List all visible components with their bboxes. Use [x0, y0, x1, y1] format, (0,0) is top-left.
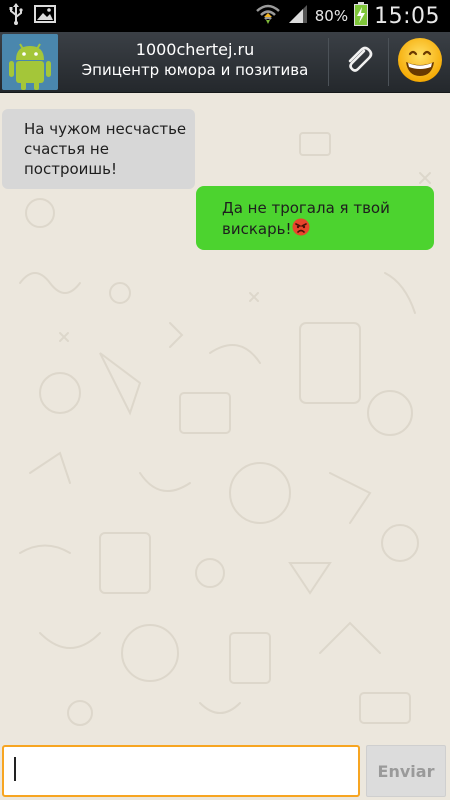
message-line: Да не трогала я твой: [222, 199, 390, 217]
image-icon: [34, 4, 56, 28]
status-right: 80% 15:05: [255, 2, 440, 30]
header-divider: [328, 38, 329, 86]
outgoing-message[interactable]: Да не трогала я твой вискарь!: [196, 186, 434, 250]
chat-area[interactable]: На чужом несчастье счастья не построишь!…: [0, 93, 450, 743]
message-line: На чужом несчастье: [24, 120, 187, 138]
header-divider: [388, 38, 389, 86]
contact-status: Эпицентр юмора и позитива: [81, 61, 309, 79]
chat-header: 1000chertej.ru Эпицентр юмора и позитива: [0, 32, 450, 93]
message-text: вискарь!: [222, 220, 292, 238]
status-time: 15:05: [374, 3, 440, 29]
header-titles[interactable]: 1000chertej.ru Эпицентр юмора и позитива: [70, 40, 320, 80]
text-caret: [14, 757, 16, 781]
battery-percent: 80%: [314, 7, 349, 25]
android-icon: [2, 34, 58, 90]
message-line: счастья не построишь!: [24, 140, 117, 178]
paperclip-icon: [342, 43, 376, 81]
wifi-icon: [255, 3, 281, 29]
usb-icon: [8, 3, 24, 29]
send-button[interactable]: Enviar: [366, 745, 446, 797]
signal-icon: [287, 3, 309, 29]
attach-button[interactable]: [330, 32, 388, 92]
angry-face-icon: [292, 218, 310, 241]
smiley-icon: [396, 36, 444, 88]
status-left: [8, 3, 56, 29]
composer-bar: Enviar: [0, 743, 450, 800]
status-bar: 80% 15:05: [0, 0, 450, 32]
message-line-with-emoji: вискарь!: [222, 218, 434, 241]
battery-charging-icon: [354, 2, 369, 30]
incoming-message[interactable]: На чужом несчастье счастья не построишь!: [2, 109, 195, 189]
emoji-button[interactable]: [390, 32, 450, 92]
message-input[interactable]: [2, 745, 360, 797]
contact-avatar[interactable]: [2, 34, 58, 90]
contact-name: 1000chertej.ru: [135, 40, 255, 59]
